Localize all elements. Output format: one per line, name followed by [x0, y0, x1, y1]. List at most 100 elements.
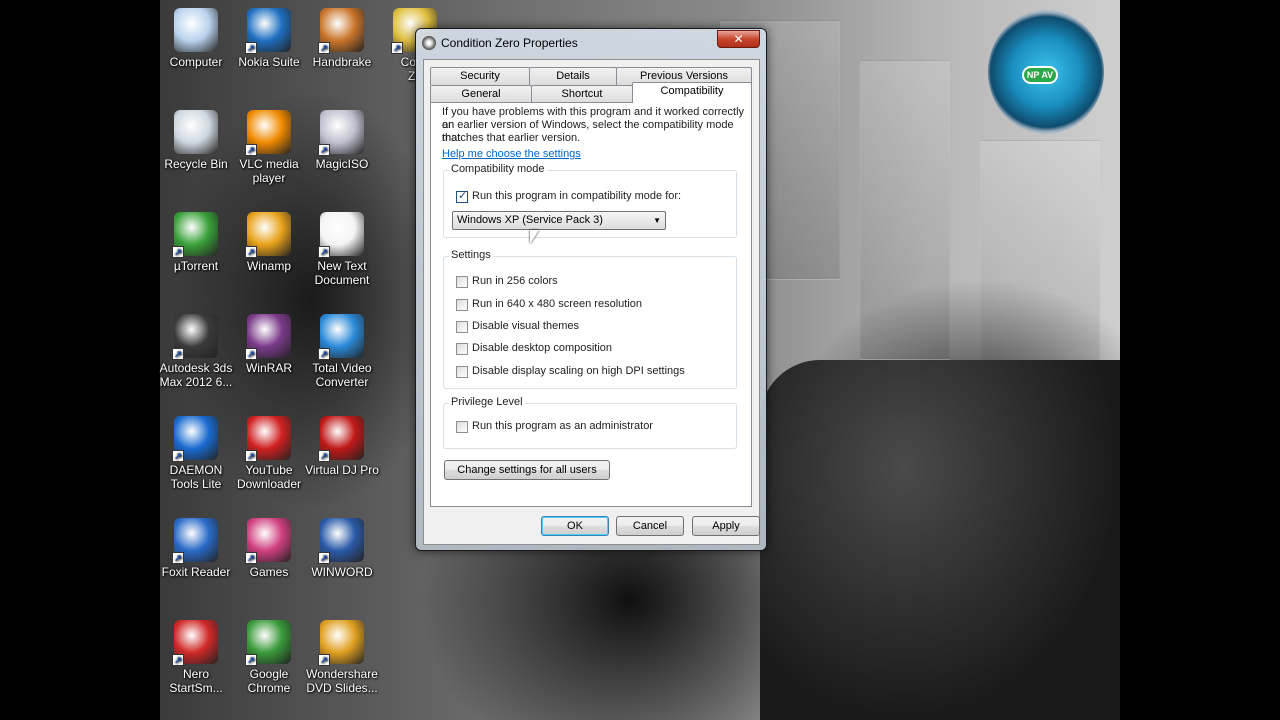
desktop-icon[interactable]: ↗ New Text Document: [304, 212, 380, 287]
shortcut-arrow-icon: ↗: [318, 552, 330, 564]
disable-desktop-composition-label: Disable desktop composition: [472, 342, 613, 354]
disable-visual-themes-label: Disable visual themes: [472, 320, 579, 332]
wallpaper-sofa: [760, 360, 1120, 720]
desktop-icon[interactable]: ↗ WINWORD: [304, 518, 380, 579]
nero-icon: ↗: [172, 620, 218, 666]
desktop-icon-label: WINWORD: [311, 565, 373, 579]
shortcut-arrow-icon: ↗: [245, 144, 257, 156]
antivirus-gadget[interactable]: NP AV: [988, 10, 1104, 134]
compat-mode-value: Windows XP (Service Pack 3): [457, 214, 603, 226]
shortcut-arrow-icon: ↗: [245, 348, 257, 360]
daemon-tools-icon: ↗: [172, 416, 218, 462]
desktop-icon-label: Google Chrome: [247, 667, 291, 695]
desktop-icon[interactable]: Computer: [158, 8, 234, 69]
apply-button[interactable]: Apply: [692, 516, 760, 536]
cancel-button[interactable]: Cancel: [616, 516, 684, 536]
desktop-icon[interactable]: Recycle Bin: [158, 110, 234, 171]
privilege-level-group: Privilege Level Run this program as an a…: [443, 396, 737, 449]
desktop-icon-label: Computer: [169, 55, 223, 69]
ok-button[interactable]: OK: [541, 516, 609, 536]
desktop-icon[interactable]: ↗ Autodesk 3ds Max 2012 6...: [158, 314, 234, 389]
disable-visual-themes-checkbox[interactable]: [456, 321, 468, 333]
desktop-icon-label: WinRAR: [245, 361, 292, 375]
magiciso-icon: ↗: [318, 110, 364, 156]
tab-shortcut[interactable]: Shortcut: [531, 85, 633, 103]
disable-dpi-scaling-checkbox[interactable]: [456, 366, 468, 378]
wondershare-icon: ↗: [318, 620, 364, 666]
tab-general[interactable]: General: [430, 85, 532, 103]
shortcut-arrow-icon: ↗: [318, 654, 330, 666]
shortcut-arrow-icon: ↗: [245, 246, 257, 258]
handbrake-icon: ↗: [318, 8, 364, 54]
desktop-icon[interactable]: ↗ Foxit Reader: [158, 518, 234, 579]
compatibility-mode-group: Compatibility mode Run this program in c…: [443, 163, 737, 238]
tab-compatibility[interactable]: Compatibility: [632, 82, 752, 103]
total-video-converter-icon: ↗: [318, 314, 364, 360]
desktop-icon[interactable]: ↗ MagicISO: [304, 110, 380, 171]
compat-mode-checkbox[interactable]: [456, 189, 468, 203]
shortcut-arrow-icon: ↗: [172, 246, 184, 258]
shortcut-arrow-icon: ↗: [245, 450, 257, 462]
desktop-icon[interactable]: ↗ VLC media player: [231, 110, 307, 185]
desktop-icon[interactable]: ↗ Virtual DJ Pro: [304, 416, 380, 477]
shortcut-arrow-icon: ↗: [245, 42, 257, 54]
compatibility-page: If you have problems with this program a…: [430, 102, 752, 507]
desktop-icon[interactable]: ↗ YouTube Downloader: [231, 416, 307, 491]
shortcut-arrow-icon: ↗: [245, 654, 257, 666]
virtual-dj-icon: ↗: [318, 416, 364, 462]
desktop-icon[interactable]: ↗ Wondershare DVD Slides...: [304, 620, 380, 695]
privilege-level-title: Privilege Level: [449, 396, 525, 408]
compat-mode-select[interactable]: Windows XP (Service Pack 3) ▼: [452, 211, 666, 230]
tab-details[interactable]: Details: [529, 67, 617, 85]
desktop-icon[interactable]: ↗ Games: [231, 518, 307, 579]
desktop-icon[interactable]: ↗ WinRAR: [231, 314, 307, 375]
desktop-icon[interactable]: ↗ Winamp: [231, 212, 307, 273]
desktop-icon[interactable]: ↗ DAEMON Tools Lite: [158, 416, 234, 491]
desktop-icon-label: Autodesk 3ds Max 2012 6...: [159, 361, 233, 389]
shortcut-arrow-icon: ↗: [318, 450, 330, 462]
compat-mode-label: Run this program in compatibility mode f…: [472, 190, 682, 202]
shortcut-arrow-icon: ↗: [172, 348, 184, 360]
compatibility-mode-title: Compatibility mode: [449, 163, 547, 175]
winword-icon: ↗: [318, 518, 364, 564]
title-bar[interactable]: Condition Zero Properties ✕: [416, 29, 766, 57]
shortcut-arrow-icon: ↗: [318, 42, 330, 54]
disable-desktop-composition-checkbox[interactable]: [456, 343, 468, 355]
tab-security[interactable]: Security: [430, 67, 530, 85]
vlc-icon: ↗: [245, 110, 291, 156]
run-as-admin-label: Run this program as an administrator: [472, 420, 653, 432]
desktop-icon[interactable]: ↗ Nokia Suite: [231, 8, 307, 69]
properties-dialog: Condition Zero Properties ✕ Security Det…: [415, 28, 767, 551]
close-button[interactable]: ✕: [717, 30, 760, 48]
desktop-icon[interactable]: ↗ Google Chrome: [231, 620, 307, 695]
desktop-icon-label: Foxit Reader: [161, 565, 231, 579]
shortcut-arrow-icon: ↗: [318, 246, 330, 258]
recycle-bin-icon: [174, 110, 218, 154]
desktop-icon[interactable]: ↗ Nero StartSm...: [158, 620, 234, 695]
3dsmax-icon: ↗: [172, 314, 218, 360]
change-settings-all-users-button[interactable]: Change settings for all users: [444, 460, 610, 480]
run-256-colors-label: Run in 256 colors: [472, 275, 558, 287]
foxit-reader-icon: ↗: [172, 518, 218, 564]
desktop-icon-label: µTorrent: [173, 259, 219, 273]
desktop-icon-label: Nero StartSm...: [169, 667, 223, 695]
mouse-cursor: [530, 230, 539, 244]
shortcut-arrow-icon: ↗: [172, 654, 184, 666]
run-256-colors-checkbox[interactable]: [456, 276, 468, 288]
desktop-icon-label: New Text Document: [314, 259, 370, 287]
youtube-downloader-icon: ↗: [245, 416, 291, 462]
desktop-icon[interactable]: ↗ Total Video Converter: [304, 314, 380, 389]
help-link[interactable]: Help me choose the settings: [442, 148, 581, 161]
intro-text-line3: matches that earlier version.: [442, 132, 581, 144]
desktop-icon-label: YouTube Downloader: [236, 463, 302, 491]
shortcut-arrow-icon: ↗: [172, 450, 184, 462]
desktop-icon-label: Total Video Converter: [312, 361, 372, 389]
run-as-admin-checkbox[interactable]: [456, 421, 468, 433]
dialog-body: Security Details Previous Versions Gener…: [423, 59, 760, 545]
run-640x480-label: Run in 640 x 480 screen resolution: [472, 298, 642, 310]
run-640x480-checkbox[interactable]: [456, 299, 468, 311]
desktop-icon[interactable]: ↗ Handbrake: [304, 8, 380, 69]
desktop-icon-label: Winamp: [246, 259, 291, 273]
desktop-icon[interactable]: ↗ µTorrent: [158, 212, 234, 273]
desktop-icon-label: Virtual DJ Pro: [305, 463, 379, 477]
